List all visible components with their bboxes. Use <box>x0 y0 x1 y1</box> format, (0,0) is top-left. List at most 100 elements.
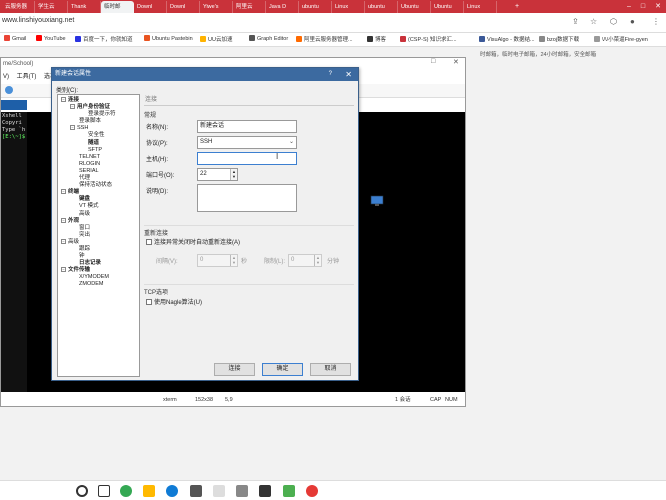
bookmark-item[interactable]: Ubuntu Pastebin <box>144 35 193 42</box>
menu-dots-icon[interactable]: ⋮ <box>652 17 660 26</box>
browser-tab[interactable]: Java D <box>266 1 299 13</box>
category-tree[interactable]: − 连接 − 用户身份验证 登录提示符 登录脚本 − SSH 安全性 隧道 SFTP TELNET RL… <box>57 94 140 377</box>
task-view-icon[interactable] <box>98 485 110 497</box>
browser-tab[interactable]: ubuntu <box>365 1 398 13</box>
tree-item[interactable]: TELNET <box>58 154 139 161</box>
port-input[interactable]: 22 ▲ ▼ <box>197 168 238 181</box>
tree-expander-icon[interactable]: − <box>61 217 66 223</box>
browser-tab[interactable]: Linux <box>332 1 365 13</box>
tree-item[interactable]: 安全性 <box>58 132 139 139</box>
new-tab-button[interactable]: + <box>510 0 524 13</box>
reconnect-checkbox[interactable]: 连接异常关闭时自动重新连接(A) <box>146 237 240 246</box>
browser-tab[interactable]: Ubuntu <box>431 1 464 13</box>
tree-expander-icon[interactable]: − <box>70 104 75 110</box>
profile-icon[interactable]: ● <box>630 17 635 26</box>
tree-item[interactable]: − 高级 <box>58 238 139 246</box>
browser-tab[interactable]: Downl <box>134 1 167 13</box>
bookmark-label: 阿里云服务器管理... <box>304 37 353 43</box>
tree-item[interactable]: − 外观 <box>58 217 139 225</box>
bookmark-label: bzoj数据下载 <box>547 37 580 43</box>
tree-item[interactable]: 隧道 <box>58 140 139 147</box>
bookmark-item[interactable]: Gmail <box>4 35 26 42</box>
close-window-button[interactable]: ✕ <box>651 0 665 13</box>
tree-item[interactable]: SFTP <box>58 147 139 154</box>
bookmark-item[interactable]: \/\/小菜逼Fire-gyen <box>594 35 648 43</box>
app-icon[interactable] <box>283 485 295 497</box>
session-tab[interactable] <box>1 100 27 110</box>
bookmark-item[interactable]: 博客 <box>367 35 386 43</box>
minimize-button[interactable]: – <box>622 0 636 13</box>
bookmark-item[interactable]: bzoj数据下载 <box>539 35 579 43</box>
bookmark-label: Ubuntu Pastebin <box>152 36 193 42</box>
protocol-select[interactable]: SSH ⌄ <box>197 136 297 149</box>
tree-item[interactable]: 跟踪 <box>58 246 139 253</box>
tree-item[interactable]: 窗口 <box>58 225 139 232</box>
tree-item[interactable]: 登录脚本 <box>58 118 139 125</box>
file-explorer-icon[interactable] <box>143 485 155 497</box>
browser-tab[interactable]: 云服务器 <box>2 1 35 13</box>
tree-item[interactable]: 突出 <box>58 232 139 239</box>
tree-expander-icon[interactable]: − <box>61 238 66 244</box>
description-input[interactable] <box>197 184 297 212</box>
tree-expander-icon[interactable]: − <box>61 97 66 102</box>
xshell-maximize-icon[interactable]: □ <box>431 58 435 65</box>
cancel-button[interactable]: 取消 <box>310 363 351 376</box>
url-field[interactable]: www.linshiyouxiang.net <box>2 17 74 24</box>
browser-tab[interactable]: Downl <box>167 1 200 13</box>
bookmark-item[interactable]: 阿里云服务器管理... <box>296 35 353 43</box>
dialog-close-button[interactable]: ✕ <box>345 68 352 81</box>
share-icon[interactable]: ⇪ <box>572 17 579 26</box>
tree-item[interactable]: − 文件传输 <box>58 267 139 274</box>
tree-expander-icon[interactable]: − <box>61 189 66 195</box>
search-icon[interactable] <box>76 485 88 497</box>
bookmark-item[interactable]: UU云加速 <box>200 35 232 43</box>
app-icon[interactable] <box>236 485 248 497</box>
bookmark-item[interactable]: Graph Editor <box>249 35 288 42</box>
bookmark-item[interactable]: (CSP-S) 知识求汇... <box>400 35 457 43</box>
toolbar-globe-icon[interactable] <box>5 86 13 94</box>
help-button[interactable]: ? <box>329 68 332 81</box>
chrome-icon[interactable] <box>120 485 132 497</box>
browser-tab[interactable]: Ubuntu <box>398 1 431 13</box>
browser-tab[interactable]: Thank <box>68 1 101 13</box>
extensions-icon[interactable]: ⬡ <box>610 17 617 26</box>
name-input[interactable]: 新建会话 <box>197 120 297 133</box>
recording-app-icon[interactable] <box>306 485 318 497</box>
host-input[interactable] <box>197 152 297 165</box>
port-spinner[interactable]: ▲ ▼ <box>230 169 237 180</box>
tree-item[interactable]: RLOGIN <box>58 161 139 168</box>
menu-item-view[interactable]: V) <box>3 74 9 80</box>
menu-item-tools[interactable]: 工具(T) <box>17 74 37 80</box>
bookmark-item[interactable]: VisuAlgo - 数据结... <box>479 35 535 43</box>
ok-button[interactable]: 确定 <box>262 363 303 376</box>
tree-item[interactable]: SERIAL <box>58 168 139 175</box>
browser-tab[interactable]: 临时邮 <box>101 1 134 13</box>
checkbox-box <box>146 299 152 305</box>
bookmark-star-icon[interactable]: ☆ <box>590 17 597 26</box>
status-pos: 5,9 <box>225 397 233 403</box>
browser-tab[interactable]: 阿里云 <box>233 1 266 13</box>
edge-icon[interactable] <box>166 485 178 497</box>
nagle-checkbox[interactable]: 使用Nagle算法(U) <box>146 297 202 306</box>
tree-item[interactable]: − 终端 <box>58 189 139 196</box>
tree-item[interactable]: 高级 <box>58 211 139 218</box>
browser-tab[interactable]: Linux <box>464 1 497 13</box>
app-icon[interactable] <box>259 485 271 497</box>
tree-item[interactable]: 键盘 <box>58 196 139 203</box>
browser-tab[interactable]: ubuntu <box>299 1 332 13</box>
xshell-close-icon[interactable]: ✕ <box>453 58 459 66</box>
app-icon[interactable] <box>213 485 225 497</box>
tree-expander-icon[interactable]: − <box>61 267 66 273</box>
bookmark-item[interactable]: 百度一下，你就知道 <box>75 35 133 43</box>
tree-item[interactable]: ZMODEM <box>58 281 139 288</box>
connect-button[interactable]: 连接 <box>214 363 255 376</box>
bookmark-item[interactable]: YouTube <box>36 35 66 42</box>
app-icon[interactable] <box>190 485 202 497</box>
browser-tab[interactable]: Yiwe's <box>200 1 233 13</box>
tree-item[interactable]: X/YMODEM <box>58 274 139 281</box>
maximize-button[interactable]: □ <box>636 0 650 13</box>
tree-expander-icon[interactable]: − <box>70 125 75 131</box>
tree-item[interactable]: VT 模式 <box>58 203 139 210</box>
browser-tab[interactable]: 学生云 <box>35 1 68 13</box>
bookmark-icon <box>249 35 255 41</box>
